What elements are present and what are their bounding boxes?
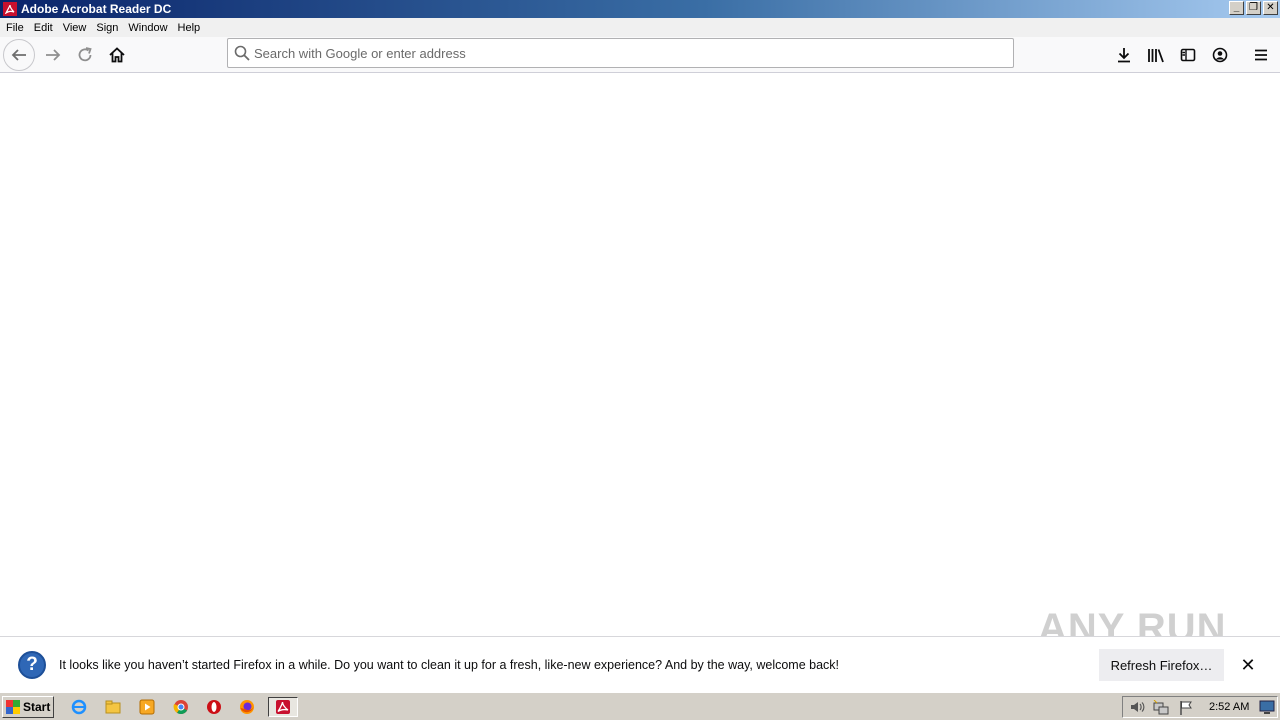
window-titlebar: Adobe Acrobat Reader DC _ ❐ ✕ (0, 0, 1280, 18)
menu-file[interactable]: File (2, 22, 28, 34)
reload-icon (78, 47, 92, 62)
library-button[interactable] (1140, 39, 1172, 71)
windows-taskbar: Start 2:52 AM (0, 692, 1280, 720)
window-controls: _ ❐ ✕ (1229, 1, 1278, 15)
back-arrow-icon (11, 49, 26, 61)
question-info-icon: ? (18, 651, 46, 679)
back-button[interactable] (3, 39, 35, 71)
forward-button[interactable] (37, 39, 69, 71)
notification-message: It looks like you haven’t started Firefo… (59, 658, 840, 672)
forward-arrow-icon (46, 49, 61, 61)
system-tray: 2:52 AM (1122, 696, 1278, 718)
close-window-button[interactable]: ✕ (1263, 1, 1278, 15)
taskbar-clock: 2:52 AM (1209, 701, 1250, 713)
menu-sign[interactable]: Sign (92, 22, 122, 34)
hamburger-menu-icon (1255, 49, 1267, 61)
menu-window[interactable]: Window (124, 22, 171, 34)
reload-button[interactable] (69, 39, 101, 71)
app-menu-button[interactable] (1245, 39, 1277, 71)
minimize-button[interactable]: _ (1229, 1, 1244, 15)
acrobat-icon[interactable] (268, 697, 298, 717)
volume-icon[interactable] (1129, 700, 1145, 714)
show-desktop-icon[interactable] (1259, 700, 1275, 715)
start-button[interactable]: Start (2, 696, 54, 718)
search-input[interactable] (254, 41, 994, 65)
internet-explorer-icon[interactable] (68, 697, 90, 717)
downloads-button[interactable] (1108, 39, 1140, 71)
action-center-flag-icon[interactable] (1178, 700, 1194, 716)
home-button[interactable] (101, 39, 133, 71)
refresh-notification-bar: ? It looks like you haven’t started Fire… (0, 636, 1280, 692)
library-icon (1148, 49, 1164, 63)
firefox-icon[interactable] (236, 697, 258, 717)
window-title: Adobe Acrobat Reader DC (21, 2, 172, 16)
start-label: Start (23, 700, 51, 714)
browser-toolbar (0, 37, 1280, 73)
sidebar-icon (1180, 48, 1196, 62)
menu-view[interactable]: View (59, 22, 91, 34)
search-icon (234, 45, 250, 61)
file-explorer-icon[interactable] (102, 697, 124, 717)
acrobat-logo-icon (3, 2, 17, 16)
menu-bar: File Edit View Sign Window Help (0, 18, 1280, 37)
network-icon[interactable] (1153, 700, 1169, 716)
close-notification-icon[interactable]: ✕ (1238, 655, 1258, 675)
opera-icon[interactable] (203, 697, 225, 717)
account-icon (1212, 47, 1228, 63)
home-icon (109, 47, 125, 63)
download-icon (1118, 48, 1130, 63)
restore-button[interactable]: ❐ (1246, 1, 1261, 15)
address-bar[interactable] (227, 38, 1014, 68)
menu-help[interactable]: Help (174, 22, 205, 34)
account-button[interactable] (1204, 39, 1236, 71)
refresh-firefox-button[interactable]: Refresh Firefox… (1099, 649, 1224, 681)
chrome-icon[interactable] (170, 697, 192, 717)
windows-logo-icon (6, 700, 20, 714)
sidebar-button[interactable] (1172, 39, 1204, 71)
menu-edit[interactable]: Edit (30, 22, 57, 34)
media-player-icon[interactable] (136, 697, 158, 717)
page-content (0, 74, 1280, 636)
